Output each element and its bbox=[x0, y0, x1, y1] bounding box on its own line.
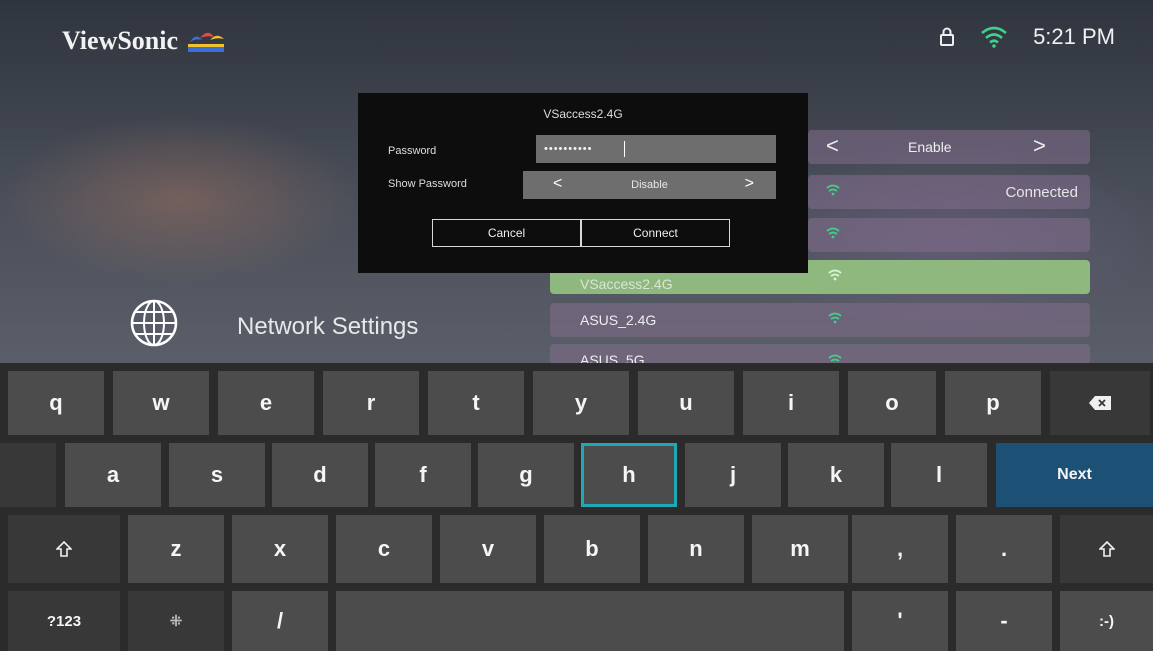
key-g[interactable]: g bbox=[478, 443, 574, 507]
settings-icon: ⁜ bbox=[169, 613, 183, 630]
key-apostrophe[interactable]: ' bbox=[852, 591, 948, 651]
key-e[interactable]: e bbox=[218, 371, 314, 435]
network-row[interactable]: ASUS_2.4G bbox=[550, 303, 1090, 337]
key-dash[interactable]: - bbox=[956, 591, 1052, 651]
network-name: ASUS_2.4G bbox=[580, 312, 657, 328]
network-name: VSaccess2.4G bbox=[580, 276, 673, 292]
clock: 5:21 PM bbox=[1033, 24, 1115, 49]
wifi-signal-icon bbox=[826, 227, 840, 239]
key-y[interactable]: y bbox=[533, 371, 629, 435]
next-button[interactable]: Next bbox=[996, 443, 1153, 507]
dialog-title: VSaccess2.4G bbox=[543, 107, 623, 121]
shift-key-left[interactable] bbox=[8, 515, 120, 583]
backspace-icon bbox=[1089, 396, 1111, 410]
wifi-signal-icon bbox=[828, 312, 842, 324]
key-z[interactable]: z bbox=[128, 515, 224, 583]
network-row[interactable] bbox=[808, 218, 1090, 252]
key-o[interactable]: o bbox=[848, 371, 936, 435]
language-key[interactable]: ⁜ bbox=[128, 591, 224, 651]
key-k[interactable]: k bbox=[788, 443, 884, 507]
backspace-key[interactable] bbox=[1050, 371, 1150, 435]
globe-icon bbox=[130, 299, 178, 347]
show-password-selector[interactable]: < Disable > bbox=[523, 171, 776, 199]
wifi-signal-icon bbox=[828, 269, 842, 281]
wifi-password-dialog: VSaccess2.4G Password •••••••••• Show Pa… bbox=[358, 93, 808, 273]
show-password-label: Show Password bbox=[388, 178, 467, 190]
shift-icon bbox=[56, 541, 72, 557]
key-t[interactable]: t bbox=[428, 371, 524, 435]
key-b[interactable]: b bbox=[544, 515, 640, 583]
key-v[interactable]: v bbox=[440, 515, 536, 583]
key-u[interactable]: u bbox=[638, 371, 734, 435]
wifi-toggle-value: Enable bbox=[908, 139, 952, 155]
key-p[interactable]: p bbox=[945, 371, 1041, 435]
password-value: •••••••••• bbox=[544, 143, 593, 155]
key-slash[interactable]: / bbox=[232, 591, 328, 651]
status-bar: 5:21 PM bbox=[939, 24, 1115, 50]
brand-logo: ViewSonic bbox=[62, 26, 226, 56]
shift-key-right[interactable] bbox=[1060, 515, 1153, 583]
connect-button[interactable]: Connect bbox=[581, 219, 730, 247]
chevron-left-icon[interactable]: < bbox=[826, 133, 839, 159]
page-title: Network Settings bbox=[237, 313, 419, 340]
key-j[interactable]: j bbox=[685, 443, 781, 507]
emoji-key[interactable]: :-) bbox=[1060, 591, 1153, 651]
key-i[interactable]: i bbox=[743, 371, 839, 435]
password-label: Password bbox=[388, 145, 437, 157]
shift-icon bbox=[1098, 541, 1115, 557]
password-field[interactable]: •••••••••• bbox=[536, 135, 776, 163]
chevron-right-icon[interactable]: > bbox=[745, 175, 754, 193]
lock-icon bbox=[940, 27, 955, 46]
key-spacer-left bbox=[0, 443, 56, 507]
wifi-toggle[interactable]: < Enable > bbox=[808, 130, 1090, 164]
space-key[interactable] bbox=[336, 591, 844, 651]
key-r[interactable]: r bbox=[323, 371, 419, 435]
key-n[interactable]: n bbox=[648, 515, 744, 583]
key-comma[interactable]: , bbox=[852, 515, 948, 583]
text-caret bbox=[624, 141, 625, 157]
wifi-icon bbox=[981, 26, 1007, 48]
show-password-value: Disable bbox=[631, 179, 668, 191]
key-l[interactable]: l bbox=[891, 443, 987, 507]
key-h[interactable]: h bbox=[581, 443, 677, 507]
network-row[interactable]: ASUS_5G bbox=[550, 344, 1090, 364]
on-screen-keyboard: q w e r t y u i o p a s d f g h j k l Ne… bbox=[0, 363, 1153, 651]
key-m[interactable]: m bbox=[752, 515, 848, 583]
key-period[interactable]: . bbox=[956, 515, 1052, 583]
key-c[interactable]: c bbox=[336, 515, 432, 583]
key-x[interactable]: x bbox=[232, 515, 328, 583]
connection-status: Connected bbox=[1005, 184, 1078, 201]
chevron-right-icon[interactable]: > bbox=[1033, 133, 1046, 159]
wifi-signal-icon bbox=[826, 184, 840, 196]
key-w[interactable]: w bbox=[113, 371, 209, 435]
key-s[interactable]: s bbox=[169, 443, 265, 507]
brand-name: ViewSonic bbox=[62, 26, 179, 55]
key-d[interactable]: d bbox=[272, 443, 368, 507]
cancel-button[interactable]: Cancel bbox=[432, 219, 581, 247]
birds-logo-icon bbox=[188, 32, 225, 52]
key-f[interactable]: f bbox=[375, 443, 471, 507]
network-row[interactable]: Connected bbox=[808, 175, 1090, 209]
key-q[interactable]: q bbox=[8, 371, 104, 435]
key-a[interactable]: a bbox=[65, 443, 161, 507]
symbols-key[interactable]: ?123 bbox=[8, 591, 120, 651]
